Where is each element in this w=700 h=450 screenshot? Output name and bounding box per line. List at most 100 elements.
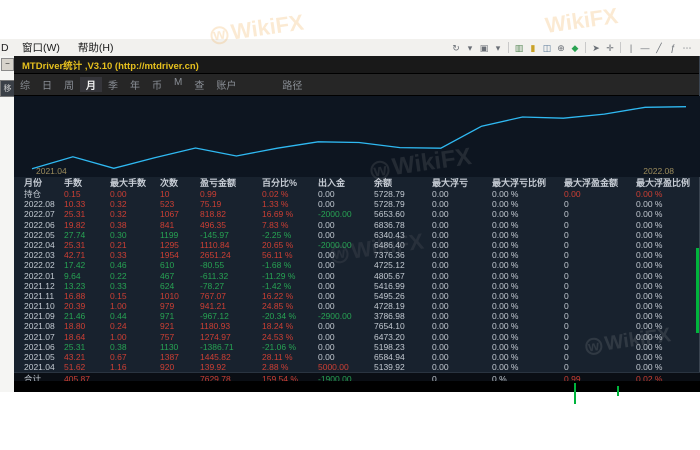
table-cell: 0.22 (110, 271, 160, 281)
table-cell: 0.00 % (492, 321, 564, 331)
column-header[interactable]: 最大浮盈比例 (636, 177, 700, 189)
table-cell: 1010 (160, 291, 200, 301)
column-header[interactable]: 出入金 (318, 177, 374, 189)
table-cell: 2021.07 (14, 332, 64, 342)
tab-年[interactable]: 年 (124, 77, 146, 92)
column-header[interactable]: 次数 (160, 177, 200, 189)
refresh-icon[interactable]: ↻ (449, 41, 463, 55)
table-row[interactable]: 2021.1213.230.33624-78.27-1.42 %0.005416… (14, 281, 700, 291)
tab-查[interactable]: 查 (188, 77, 210, 92)
column-header[interactable]: 最大浮盈金额 (564, 177, 636, 189)
table-cell: 0.00 (318, 220, 374, 230)
column-header[interactable]: 最大浮亏 (432, 177, 492, 189)
tab-综[interactable]: 综 (14, 77, 36, 92)
table-row[interactable]: 2022.0725.310.321067818.8216.69 %-2000.0… (14, 209, 700, 219)
table-row[interactable]: 持仓0.150.00100.990.02 %0.005728.790.000.0… (14, 189, 700, 199)
table-row[interactable]: 2022.0342.710.3319542651.2456.11 %0.0073… (14, 250, 700, 260)
column-header[interactable]: 月份 (14, 177, 64, 189)
table-cell: -611.32 (200, 271, 262, 281)
candlestick-icon[interactable]: ▮ (526, 41, 540, 55)
table-cell: 0.99 (200, 189, 262, 199)
table-body: 持仓0.150.00100.990.02 %0.005728.790.000.0… (14, 189, 700, 385)
table-row[interactable]: 2021.1020.391.00979941.2124.85 %0.004728… (14, 301, 700, 311)
table-cell: 0.00 (318, 281, 374, 291)
tab-周[interactable]: 周 (58, 77, 80, 92)
table-row[interactable]: 2021.1116.880.151010767.0716.22 %0.00549… (14, 291, 700, 301)
crosshair-icon[interactable]: ✛ (603, 41, 617, 55)
table-row[interactable]: 2021.0543.210.6713871445.8228.11 %0.0065… (14, 352, 700, 362)
table-cell: 0.15 (110, 291, 160, 301)
fibonacci-icon[interactable]: ƒ (666, 41, 680, 55)
column-header[interactable]: 最大浮亏比例 (492, 177, 564, 189)
tab-月[interactable]: 月 (80, 77, 102, 92)
table-cell: 18.64 (64, 332, 110, 342)
profile-icon[interactable]: ▣ (477, 41, 491, 55)
tab-币[interactable]: 币 (146, 77, 168, 92)
table-cell: 0.00 (432, 321, 492, 331)
auto-trading-icon[interactable]: ◆ (568, 41, 582, 55)
table-cell: 0.00 (318, 189, 374, 199)
table-cell: 0.00 % (636, 362, 700, 372)
horizontal-line-icon[interactable]: — (638, 41, 652, 55)
table-row[interactable]: 2022.019.640.22467-611.32-11.29 %0.00480… (14, 271, 700, 281)
table-row[interactable]: 2021.0818.800.249211180.9318.24 %0.00765… (14, 321, 700, 331)
table-cell: 0.44 (110, 311, 160, 321)
trendline-icon[interactable]: ╱ (652, 41, 666, 55)
line-chart-icon[interactable]: ◫ (540, 41, 554, 55)
table-cell: 5728.79 (374, 189, 432, 199)
window-title-bar[interactable]: MTDriver统计 ,V3.10 (http://mtdriver.cn) (14, 56, 699, 74)
table-row[interactable]: 2022.0425.310.2112951110.8420.65 %-2000.… (14, 240, 700, 250)
table-cell: 20.39 (64, 301, 110, 311)
mtdriver-window: MTDriver统计 ,V3.10 (http://mtdriver.cn) 综… (14, 56, 700, 392)
table-cell: -80.55 (200, 260, 262, 270)
clipped-menu-item[interactable]: D (1, 42, 13, 54)
table-cell: -11.29 % (262, 271, 318, 281)
table-cell: 2022.03 (14, 250, 64, 260)
menu-help[interactable]: 帮助(H) (69, 40, 123, 55)
column-header[interactable]: 余额 (374, 177, 432, 189)
tab-path[interactable]: 路径 (282, 77, 302, 92)
table-cell: 2021.08 (14, 321, 64, 331)
table-cell: 5495.26 (374, 291, 432, 301)
table-row[interactable]: 2022.0527.740.301199-145.97-2.25 %0.0063… (14, 230, 700, 240)
tab-M[interactable]: M (168, 77, 188, 92)
tab-日[interactable]: 日 (36, 77, 58, 92)
more-tools-icon[interactable]: ⋯ (680, 41, 694, 55)
table-cell: 0 (564, 230, 636, 240)
restore-window-button[interactable]: − (1, 58, 14, 71)
column-header[interactable]: 盈亏金额 (200, 177, 262, 189)
table-cell: 1.00 (110, 332, 160, 342)
tab-季[interactable]: 季 (102, 77, 124, 92)
table-cell: 0.00 (318, 352, 374, 362)
table-row[interactable]: 2022.0217.420.46610-80.55-1.68 %0.004725… (14, 260, 700, 270)
table-cell: 0.33 (110, 250, 160, 260)
table-row[interactable]: 2021.0451.621.16920139.922.88 %5000.0051… (14, 362, 700, 372)
table-cell: -1.68 % (262, 260, 318, 270)
vertical-line-icon[interactable]: | (624, 41, 638, 55)
zoom-in-icon[interactable]: ⊕ (554, 41, 568, 55)
table-cell: 0.33 (110, 281, 160, 291)
table-row[interactable]: 2021.0921.460.44971-967.12-20.34 %-2900.… (14, 311, 700, 321)
bar-chart-icon[interactable]: ▥ (512, 41, 526, 55)
dropdown-caret-icon[interactable]: ▾ (491, 41, 505, 55)
dropdown-caret-icon[interactable]: ▾ (463, 41, 477, 55)
stats-table: 月份手数最大手数次数盈亏金额百分比%出入金余额最大浮亏最大浮亏比例最大浮盈金额最… (14, 177, 700, 385)
table-cell: 2021.11 (14, 291, 64, 301)
table-row[interactable]: 2021.0718.641.007571274.9724.53 %0.00647… (14, 332, 700, 342)
menu-window[interactable]: 窗口(W) (13, 40, 69, 55)
table-row[interactable]: 2022.0619.820.38841496.357.83 %0.006836.… (14, 220, 700, 230)
column-header[interactable]: 手数 (64, 177, 110, 189)
table-row[interactable]: 2022.0810.330.3252375.191.33 %0.005728.7… (14, 199, 700, 209)
column-header[interactable]: 最大手数 (110, 177, 160, 189)
table-cell: 496.35 (200, 220, 262, 230)
table-cell: 2022.06 (14, 220, 64, 230)
column-header[interactable]: 百分比% (262, 177, 318, 189)
sidebar-grid-icon[interactable]: 移 (0, 80, 15, 97)
table-cell: 10 (160, 189, 200, 199)
table-cell: 1274.97 (200, 332, 262, 342)
tab-账户[interactable]: 账户 (210, 77, 242, 92)
table-cell: 0 (564, 342, 636, 352)
equity-curve-line (32, 107, 686, 169)
table-row[interactable]: 2021.0625.310.381130-1386.71-21.06 %0.00… (14, 342, 700, 352)
cursor-icon[interactable]: ➤ (589, 41, 603, 55)
